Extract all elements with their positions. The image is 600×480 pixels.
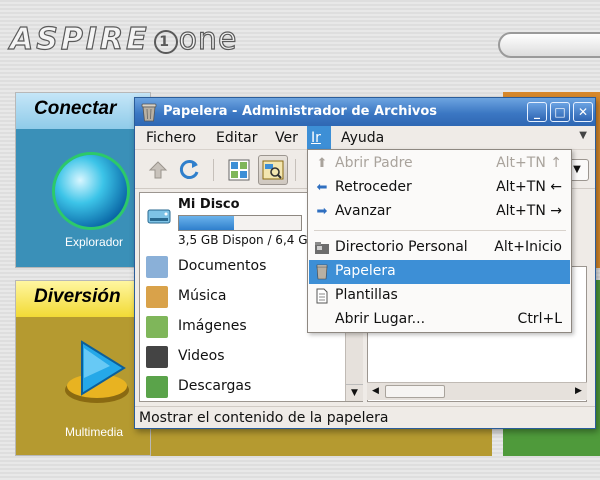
minimize-button[interactable]: _ — [527, 102, 547, 122]
scroll-down-arrow-icon[interactable]: ▼ — [346, 384, 363, 401]
scroll-right-arrow-icon[interactable]: ▶ — [570, 383, 587, 400]
tile-multimedia-label[interactable]: Multimedia — [65, 425, 123, 439]
scrollbar-thumb[interactable] — [385, 385, 445, 398]
home-folder-icon — [314, 240, 330, 256]
globe-icon[interactable] — [55, 155, 127, 227]
panel-conectar-title: Conectar — [16, 93, 150, 129]
menu-item-directorio-personal[interactable]: Directorio Personal Alt+Inicio — [309, 236, 570, 260]
scroll-left-arrow-icon[interactable]: ◀ — [367, 383, 384, 400]
folder-music-icon — [146, 286, 168, 308]
place-descargas[interactable]: Descargas — [138, 373, 343, 401]
folder-download-icon — [146, 376, 168, 398]
menu-item-abrir-lugar[interactable]: Abrir Lugar... Ctrl+L — [309, 308, 570, 332]
panel-diversion-title: Diversión — [16, 281, 150, 317]
up-arrow-icon: ⬆ — [316, 156, 328, 171]
menu-item-retroceder[interactable]: ⬅ Retroceder Alt+TN ← — [309, 176, 570, 200]
folder-pictures-icon — [146, 316, 168, 338]
trash-icon — [314, 264, 330, 280]
tile-explorador-label[interactable]: Explorador — [65, 235, 123, 249]
menu-item-papelera[interactable]: Papelera — [309, 260, 570, 284]
desktop-search-box[interactable] — [498, 32, 600, 58]
template-icon — [314, 288, 330, 304]
ir-dropdown-menu: ⬆ Abrir Padre Alt+TN ↑ ⬅ Retroceder Alt+… — [307, 149, 572, 333]
forward-arrow-icon: ➡ — [316, 204, 328, 219]
main-horizontal-scrollbar[interactable]: ◀ ▶ — [367, 382, 587, 400]
back-arrow-icon: ⬅ — [316, 180, 328, 195]
folder-videos-icon — [146, 346, 168, 368]
menu-ayuda[interactable]: Ayuda — [335, 126, 390, 150]
multimedia-play-icon[interactable] — [62, 338, 132, 406]
menubar-grip-icon[interactable]: ▼ — [579, 130, 587, 141]
menu-item-plantillas[interactable]: Plantillas — [309, 284, 570, 308]
status-bar: Mostrar el contenido de la papelera — [135, 406, 595, 428]
maximize-button[interactable]: □ — [550, 102, 570, 122]
menu-item-abrir-padre[interactable]: ⬆ Abrir Padre Alt+TN ↑ — [309, 152, 570, 176]
aspire-one-logo: ASPIRE 1 one — [9, 21, 238, 57]
menu-item-avanzar[interactable]: ➡ Avanzar Alt+TN → — [309, 200, 570, 224]
place-videos[interactable]: Videos — [138, 343, 343, 371]
close-button[interactable]: ✕ — [573, 102, 593, 122]
menu-separator — [314, 230, 566, 231]
folder-documents-icon — [146, 256, 168, 278]
status-text: Mostrar el contenido de la papelera — [139, 410, 389, 426]
